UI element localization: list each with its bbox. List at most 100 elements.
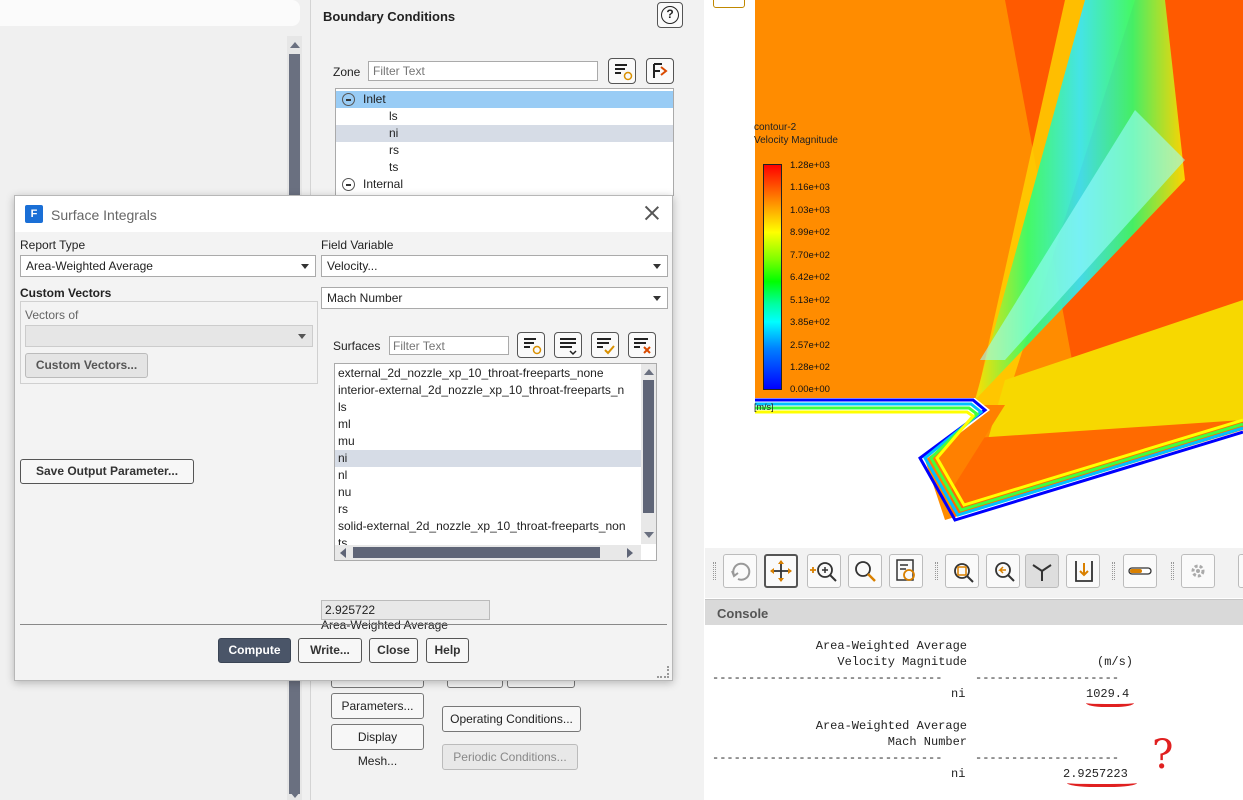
zoom-back-icon (995, 562, 1015, 582)
list-horizontal-thumb[interactable] (353, 547, 600, 558)
list-item[interactable]: solid-external_2d_nozzle_xp_10_throat-fr… (335, 518, 641, 535)
toolbar-grip[interactable] (1112, 562, 1115, 580)
list-item[interactable]: mu (335, 433, 641, 450)
compute-button[interactable]: Compute (218, 638, 291, 663)
resize-grip-icon[interactable] (657, 666, 669, 678)
list-item[interactable]: interior-external_2d_nozzle_xp_10_throat… (335, 382, 641, 399)
panel-title: Boundary Conditions (323, 9, 456, 24)
ruler-button[interactable] (1123, 554, 1157, 588)
list-item-selected[interactable]: ni (335, 450, 641, 467)
list-item[interactable]: ls (335, 399, 641, 416)
surfaces-group-button[interactable] (554, 332, 582, 358)
legend-tick: 1.16e+03 (790, 182, 830, 193)
graphics-viewport[interactable] (705, 0, 1243, 548)
scroll-up-icon[interactable] (644, 369, 654, 375)
probe-icon (896, 559, 915, 581)
legend-tick: 6.42e+02 (790, 272, 830, 283)
console-dashes: -------------------- (975, 751, 1120, 765)
legend-tick: 0.00e+00 (790, 384, 830, 395)
help-button[interactable]: Help (426, 638, 469, 663)
fit-to-window-button[interactable] (945, 554, 979, 588)
pan-button[interactable] (764, 554, 798, 588)
legend-tick: 5.13e+02 (790, 295, 830, 306)
chevron-down-icon (653, 264, 661, 269)
chevron-down-icon (653, 296, 661, 301)
save-image-button[interactable] (1066, 554, 1100, 588)
vectors-of-dropdown[interactable] (25, 325, 313, 347)
scroll-down-icon[interactable] (644, 532, 654, 538)
dialog-titlebar[interactable]: F Surface Integrals (15, 196, 672, 232)
filter-options-button[interactable] (608, 58, 636, 84)
tree-group-internal[interactable]: Internal (336, 176, 673, 193)
tree-item-ls[interactable]: ls (336, 108, 673, 125)
console-dashes: -------------------- (975, 671, 1120, 685)
list-vertical-thumb[interactable] (643, 380, 654, 513)
custom-vectors-group: Vectors of Custom Vectors... (20, 301, 318, 384)
field-variable-dropdown[interactable]: Velocity... (321, 255, 668, 277)
list-item[interactable]: nl (335, 467, 641, 484)
help-button[interactable]: ? (657, 2, 683, 28)
toolbar-grip[interactable] (935, 562, 938, 580)
tree-item-ni[interactable]: ni (336, 125, 673, 142)
zoom-in-button[interactable] (807, 554, 841, 588)
surfaces-filter-button[interactable] (517, 332, 545, 358)
close-icon[interactable] (644, 205, 660, 221)
collapse-icon[interactable] (342, 93, 355, 106)
toolbar-grip[interactable] (1171, 562, 1174, 580)
tree-item-ts[interactable]: ts (336, 159, 673, 176)
console-output[interactable]: Area-Weighted Average Velocity Magnitude… (705, 625, 1243, 800)
list-item[interactable]: nu (335, 484, 641, 501)
parameters-button[interactable]: Parameters... (331, 693, 424, 719)
legend-tick: 2.57e+02 (790, 340, 830, 351)
zoom-button[interactable] (848, 554, 882, 588)
list-item[interactable]: ml (335, 416, 641, 433)
tree-group-inlet[interactable]: Inlet (336, 91, 673, 108)
dropdown-value: Mach Number (327, 291, 403, 305)
result-label: Area-Weighted Average (321, 618, 448, 632)
rotate-button[interactable] (723, 554, 757, 588)
result-value-field[interactable]: 2.925722 (321, 600, 490, 620)
custom-vectors-button[interactable]: Custom Vectors... (25, 353, 148, 378)
outline-search-strip[interactable] (0, 0, 300, 26)
tree-item-rs[interactable]: rs (336, 142, 673, 159)
zone-toggle-button[interactable] (646, 58, 674, 84)
scroll-down-icon[interactable] (290, 792, 300, 798)
scroll-right-icon[interactable] (627, 548, 633, 558)
dropdown-value: Area-Weighted Average (26, 259, 153, 273)
surfaces-list[interactable]: external_2d_nozzle_xp_10_throat-freepart… (334, 363, 657, 561)
operating-conditions-button[interactable]: Operating Conditions... (442, 706, 581, 732)
collapse-icon[interactable] (342, 178, 355, 191)
console-unit: (m/s) (1097, 655, 1134, 669)
legend-name: contour-2 (754, 122, 797, 133)
legend-tick: 8.99e+02 (790, 227, 830, 238)
toolbar-grip[interactable] (713, 562, 716, 580)
write-button[interactable]: Write... (298, 638, 362, 663)
toolbar-overflow-button[interactable] (1238, 554, 1243, 588)
zone-tree[interactable]: Inlet ls ni rs ts Internal (335, 88, 674, 196)
surfaces-filter-input[interactable] (389, 336, 509, 355)
zone-filter-input[interactable] (368, 61, 598, 81)
deselect-all-surfaces-button[interactable] (628, 332, 656, 358)
report-type-dropdown[interactable]: Area-Weighted Average (20, 255, 316, 277)
select-all-surfaces-button[interactable] (591, 332, 619, 358)
filter-list-icon (615, 64, 633, 81)
display-mesh-button[interactable]: Display Mesh... (331, 724, 424, 768)
scroll-up-icon[interactable] (290, 42, 300, 48)
close-button[interactable]: Close (369, 638, 418, 663)
help-icon: ? (661, 6, 679, 24)
list-item[interactable]: external_2d_nozzle_xp_10_throat-freepart… (335, 365, 641, 382)
list-item[interactable]: rs (335, 501, 641, 518)
viewport-tab-icon[interactable] (713, 0, 745, 8)
list-item[interactable]: ts (335, 535, 641, 545)
scroll-left-icon[interactable] (340, 548, 346, 558)
save-image-icon (1075, 561, 1093, 582)
probe-button[interactable] (889, 554, 923, 588)
save-output-parameter-button[interactable]: Save Output Parameter... (20, 459, 194, 484)
rotate-icon (731, 562, 751, 581)
list-arrow-icon (653, 63, 668, 78)
zoom-previous-button[interactable] (986, 554, 1020, 588)
view-options-button[interactable] (1181, 554, 1215, 588)
periodic-conditions-button[interactable]: Periodic Conditions... (442, 744, 578, 770)
field-sub-variable-dropdown[interactable]: Mach Number (321, 287, 668, 309)
axes-button[interactable] (1025, 554, 1059, 588)
